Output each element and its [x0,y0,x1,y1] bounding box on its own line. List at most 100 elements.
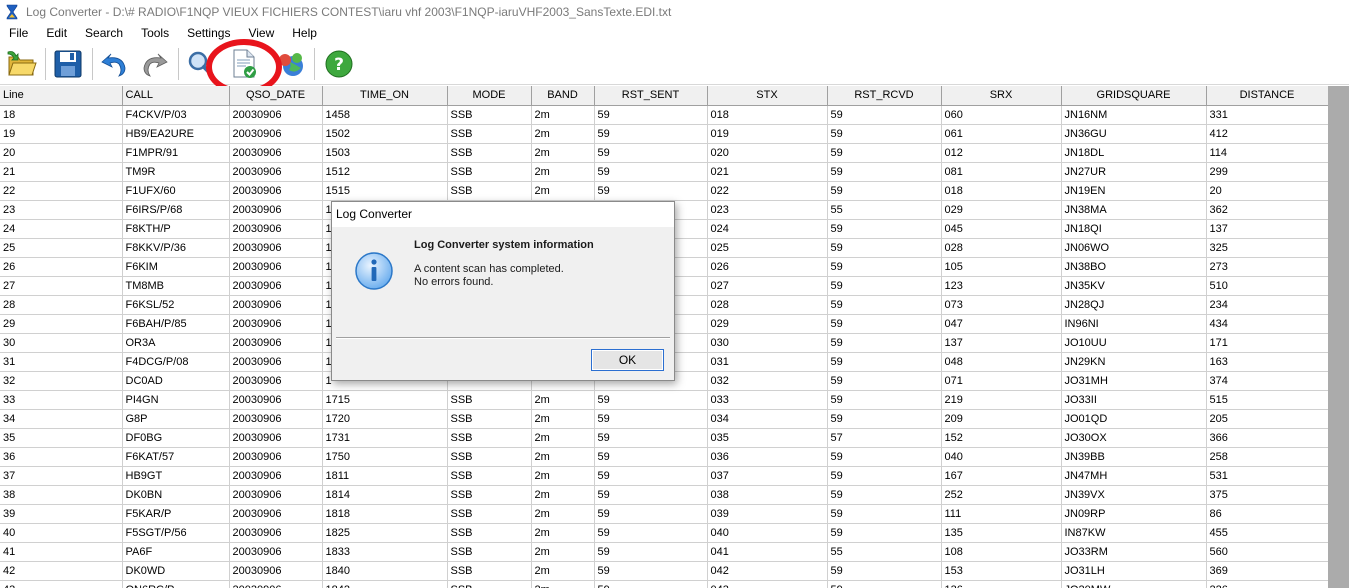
table-cell[interactable]: 030 [707,333,828,353]
table-cell[interactable]: JO31MH [1061,371,1207,391]
table-cell[interactable]: PI4GN [122,390,230,410]
table-cell[interactable]: 59 [827,181,942,201]
table-cell[interactable]: 033 [707,390,828,410]
table-cell[interactable]: 136 [941,580,1062,588]
column-header[interactable]: QSO_DATE [229,86,323,106]
table-cell[interactable]: 20030906 [229,352,323,372]
table-row[interactable]: 34 G8P 20030906 1720 SSB 2m 59 034 59 209 JO01QD 20… [0,409,1328,429]
table-cell[interactable]: 31 [0,352,123,372]
table-cell[interactable]: 43 [0,580,123,588]
table-cell[interactable]: F5KAR/P [122,504,230,524]
table-cell[interactable]: 86 [1206,504,1328,524]
table-cell[interactable]: 1842 [322,580,448,588]
table-cell[interactable]: 59 [827,124,942,144]
table-cell[interactable]: G8P [122,409,230,429]
table-cell[interactable]: 20030906 [229,181,323,201]
table-cell[interactable]: JO31LH [1061,561,1207,581]
table-row[interactable]: 20 F1MPR/91 20030906 1503 SSB 2m 59 020 59 012 JN1… [0,143,1328,163]
table-row[interactable]: 33 PI4GN 20030906 1715 SSB 2m 59 033 59 219 JO33II… [0,390,1328,410]
table-cell[interactable]: F6KSL/52 [122,295,230,315]
table-cell[interactable]: 041 [707,542,828,562]
ok-button[interactable]: OK [591,349,664,371]
table-cell[interactable]: JN28QJ [1061,295,1207,315]
menu-tools[interactable]: Tools [132,24,178,42]
table-cell[interactable]: 35 [0,428,123,448]
table-cell[interactable]: JN38MA [1061,200,1207,220]
menu-file[interactable]: File [0,24,37,42]
table-cell[interactable]: 1818 [322,504,448,524]
table-cell[interactable]: 331 [1206,105,1328,125]
table-cell[interactable]: 455 [1206,523,1328,543]
table-cell[interactable]: DF0BG [122,428,230,448]
table-cell[interactable]: 59 [594,409,708,429]
table-cell[interactable]: 57 [827,428,942,448]
table-cell[interactable]: 043 [707,580,828,588]
table-row[interactable]: 36 F6KAT/57 20030906 1750 SSB 2m 59 036 59 040 JN3… [0,447,1328,467]
table-cell[interactable]: 226 [1206,580,1328,588]
menu-search[interactable]: Search [76,24,132,42]
table-cell[interactable]: 59 [594,561,708,581]
table-cell[interactable]: 59 [827,580,942,588]
table-cell[interactable]: 1750 [322,447,448,467]
table-cell[interactable]: 59 [594,105,708,125]
table-cell[interactable]: 515 [1206,390,1328,410]
table-cell[interactable]: SSB [447,485,532,505]
table-cell[interactable]: 59 [827,390,942,410]
table-cell[interactable]: 071 [941,371,1062,391]
table-cell[interactable]: JN39BB [1061,447,1207,467]
table-cell[interactable]: F1MPR/91 [122,143,230,163]
table-cell[interactable]: 031 [707,352,828,372]
table-cell[interactable]: TM9R [122,162,230,182]
table-cell[interactable]: 20030906 [229,124,323,144]
table-cell[interactable]: 20030906 [229,485,323,505]
table-cell[interactable]: 2m [531,390,595,410]
table-cell[interactable]: 1515 [322,181,448,201]
table-cell[interactable]: 027 [707,276,828,296]
table-cell[interactable]: 2m [531,124,595,144]
table-cell[interactable]: 1825 [322,523,448,543]
table-row[interactable]: 41 PA6F 20030906 1833 SSB 2m 59 041 55 108 JO33RM 5… [0,542,1328,562]
table-cell[interactable]: HB9/EA2URE [122,124,230,144]
table-cell[interactable]: TM8MB [122,276,230,296]
table-cell[interactable]: 1503 [322,143,448,163]
search-button[interactable] [183,46,219,82]
table-cell[interactable]: 40 [0,523,123,543]
table-cell[interactable]: JO01QD [1061,409,1207,429]
table-cell[interactable]: SSB [447,181,532,201]
table-cell[interactable]: 20030906 [229,504,323,524]
table-cell[interactable]: JN35KV [1061,276,1207,296]
table-cell[interactable]: 59 [594,390,708,410]
table-cell[interactable]: 59 [827,276,942,296]
table-cell[interactable]: SSB [447,428,532,448]
table-cell[interactable]: SSB [447,447,532,467]
table-cell[interactable]: 32 [0,371,123,391]
table-cell[interactable]: 219 [941,390,1062,410]
table-cell[interactable]: 2m [531,105,595,125]
column-header[interactable]: GRIDSQUARE [1061,86,1207,106]
table-cell[interactable]: F1UFX/60 [122,181,230,201]
table-cell[interactable]: 20030906 [229,542,323,562]
table-cell[interactable]: 137 [1206,219,1328,239]
table-cell[interactable]: SSB [447,124,532,144]
table-cell[interactable]: 2m [531,561,595,581]
table-cell[interactable]: 1458 [322,105,448,125]
table-cell[interactable]: DK0WD [122,561,230,581]
table-cell[interactable]: 19 [0,124,123,144]
table-cell[interactable]: 2m [531,409,595,429]
table-cell[interactable]: SSB [447,105,532,125]
table-cell[interactable]: 021 [707,162,828,182]
table-cell[interactable]: 040 [707,523,828,543]
table-row[interactable]: 35 DF0BG 20030906 1731 SSB 2m 59 035 57 152 JO30OX… [0,428,1328,448]
table-cell[interactable]: 325 [1206,238,1328,258]
table-cell[interactable]: 047 [941,314,1062,334]
table-cell[interactable]: 1715 [322,390,448,410]
table-cell[interactable]: 034 [707,409,828,429]
column-header[interactable]: CALL [122,86,230,106]
table-cell[interactable]: ON6RC/P [122,580,230,588]
table-row[interactable]: 43ON6RC/P200309061842SSB2m5904359136JO20… [0,580,1328,588]
table-cell[interactable]: 025 [707,238,828,258]
table-cell[interactable]: 20030906 [229,143,323,163]
column-header[interactable]: RST_SENT [594,86,708,106]
table-cell[interactable]: 59 [827,409,942,429]
table-cell[interactable]: 59 [827,238,942,258]
